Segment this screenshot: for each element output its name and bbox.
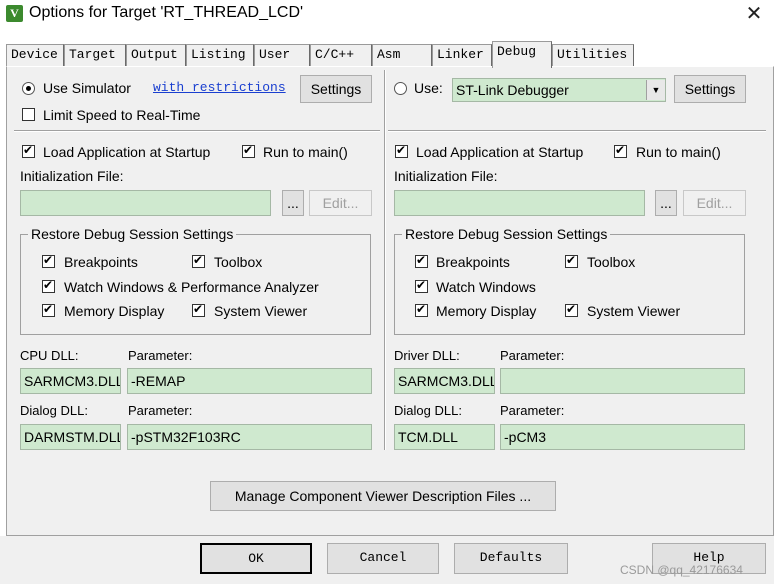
toolbox-label-right: Toolbox bbox=[587, 254, 636, 270]
driver-param-label: Parameter: bbox=[500, 348, 565, 363]
init-file-input-left[interactable] bbox=[20, 190, 271, 216]
toolbox-checkbox-left[interactable] bbox=[192, 253, 205, 268]
system-viewer-checkbox-left[interactable] bbox=[192, 302, 205, 317]
tab-listing[interactable]: Listing bbox=[186, 44, 254, 66]
section-divider-right bbox=[388, 130, 766, 132]
memory-checkbox-left[interactable] bbox=[42, 302, 55, 317]
memory-label-left: Memory Display bbox=[64, 303, 165, 319]
edit-button-right[interactable]: Edit... bbox=[683, 190, 746, 216]
defaults-button[interactable]: Defaults bbox=[454, 543, 568, 574]
tab-asm[interactable]: Asm bbox=[372, 44, 432, 66]
run-to-main-checkbox-right[interactable] bbox=[614, 143, 627, 158]
system-viewer-label-right: System Viewer bbox=[587, 303, 681, 319]
dialog-dll-input-right[interactable]: TCM.DLL bbox=[394, 424, 495, 450]
browse-button-left[interactable]: ... bbox=[282, 190, 304, 216]
debugger-settings-button[interactable]: Settings bbox=[674, 75, 746, 103]
driver-param-input[interactable] bbox=[500, 368, 745, 394]
with-restrictions-link[interactable]: with restrictions bbox=[153, 80, 286, 95]
tab-utilities[interactable]: Utilities bbox=[552, 44, 634, 66]
breakpoints-label-left: Breakpoints bbox=[64, 254, 138, 270]
load-app-checkbox-right[interactable] bbox=[395, 143, 408, 158]
tab-c-cpp[interactable]: C/C++ bbox=[310, 44, 372, 66]
dialog-param-label-left: Parameter: bbox=[128, 403, 193, 418]
cpu-param-label: Parameter: bbox=[128, 348, 193, 363]
run-to-main-label-left: Run to main() bbox=[263, 144, 348, 160]
driver-dll-input[interactable]: SARMCM3.DLL bbox=[394, 368, 495, 394]
toolbox-checkbox-right[interactable] bbox=[565, 253, 578, 268]
dialog-dll-label-right: Dialog DLL: bbox=[394, 403, 462, 418]
init-file-label-left: Initialization File: bbox=[20, 168, 124, 184]
limit-speed-label: Limit Speed to Real-Time bbox=[43, 107, 201, 123]
close-icon[interactable]: ✕ bbox=[742, 3, 766, 25]
watch-label-left: Watch Windows & Performance Analyzer bbox=[64, 279, 319, 295]
debugger-select[interactable]: ST-Link Debugger bbox=[452, 78, 666, 102]
app-logo-icon: V bbox=[6, 5, 23, 22]
cpu-param-input[interactable]: -REMAP bbox=[127, 368, 372, 394]
tab-linker[interactable]: Linker bbox=[432, 44, 492, 66]
load-app-label-left: Load Application at Startup bbox=[43, 144, 211, 160]
debugger-select-value: ST-Link Debugger bbox=[456, 82, 569, 98]
manage-component-viewer-button[interactable]: Manage Component Viewer Description File… bbox=[210, 481, 556, 511]
load-app-label-right: Load Application at Startup bbox=[416, 144, 584, 160]
dialog-param-label-right: Parameter: bbox=[500, 403, 565, 418]
tab-target[interactable]: Target bbox=[64, 44, 126, 66]
load-app-checkbox-left[interactable] bbox=[22, 143, 35, 158]
column-divider bbox=[384, 70, 386, 450]
cpu-dll-input[interactable]: SARMCM3.DLL bbox=[20, 368, 121, 394]
watch-checkbox-left[interactable] bbox=[42, 278, 55, 293]
section-divider-left bbox=[14, 130, 380, 132]
init-file-label-right: Initialization File: bbox=[394, 168, 498, 184]
breakpoints-checkbox-right[interactable] bbox=[415, 253, 428, 268]
cancel-button[interactable]: Cancel bbox=[327, 543, 439, 574]
breakpoints-checkbox-left[interactable] bbox=[42, 253, 55, 268]
dialog-param-input-left[interactable]: -pSTM32F103RC bbox=[127, 424, 372, 450]
dialog-dll-input-left[interactable]: DARMSTM.DLL bbox=[20, 424, 121, 450]
run-to-main-label-right: Run to main() bbox=[636, 144, 721, 160]
tab-output[interactable]: Output bbox=[126, 44, 186, 66]
simulator-settings-button[interactable]: Settings bbox=[300, 75, 372, 103]
cpu-dll-label: CPU DLL: bbox=[20, 348, 79, 363]
memory-checkbox-right[interactable] bbox=[415, 302, 428, 317]
driver-dll-label: Driver DLL: bbox=[394, 348, 460, 363]
use-simulator-radio[interactable] bbox=[22, 82, 35, 95]
edit-button-left[interactable]: Edit... bbox=[309, 190, 372, 216]
ok-button[interactable]: OK bbox=[200, 543, 312, 574]
watch-checkbox-right[interactable] bbox=[415, 278, 428, 293]
restore-settings-title-left: Restore Debug Session Settings bbox=[28, 226, 237, 242]
memory-label-right: Memory Display bbox=[436, 303, 537, 319]
init-file-input-right[interactable] bbox=[394, 190, 645, 216]
limit-speed-checkbox[interactable] bbox=[22, 108, 35, 121]
toolbox-label-left: Toolbox bbox=[214, 254, 263, 270]
breakpoints-label-right: Breakpoints bbox=[436, 254, 510, 270]
system-viewer-label-left: System Viewer bbox=[214, 303, 308, 319]
use-debugger-label: Use: bbox=[414, 80, 443, 96]
dialog-dll-label-left: Dialog DLL: bbox=[20, 403, 88, 418]
browse-button-right[interactable]: ... bbox=[655, 190, 677, 216]
watch-label-right: Watch Windows bbox=[436, 279, 536, 295]
watermark-text: CSDN @qq_42176634 bbox=[620, 563, 743, 577]
use-simulator-label: Use Simulator bbox=[43, 80, 131, 96]
tab-device[interactable]: Device bbox=[6, 44, 64, 66]
window-title: Options for Target 'RT_THREAD_LCD' bbox=[29, 4, 304, 21]
chevron-down-icon[interactable]: ▼ bbox=[646, 80, 665, 100]
tab-debug[interactable]: Debug bbox=[492, 41, 552, 68]
tab-user[interactable]: User bbox=[254, 44, 310, 66]
run-to-main-checkbox-left[interactable] bbox=[242, 143, 255, 158]
system-viewer-checkbox-right[interactable] bbox=[565, 302, 578, 317]
dialog-param-input-right[interactable]: -pCM3 bbox=[500, 424, 745, 450]
restore-settings-title-right: Restore Debug Session Settings bbox=[402, 226, 611, 242]
use-debugger-radio[interactable] bbox=[394, 82, 407, 95]
